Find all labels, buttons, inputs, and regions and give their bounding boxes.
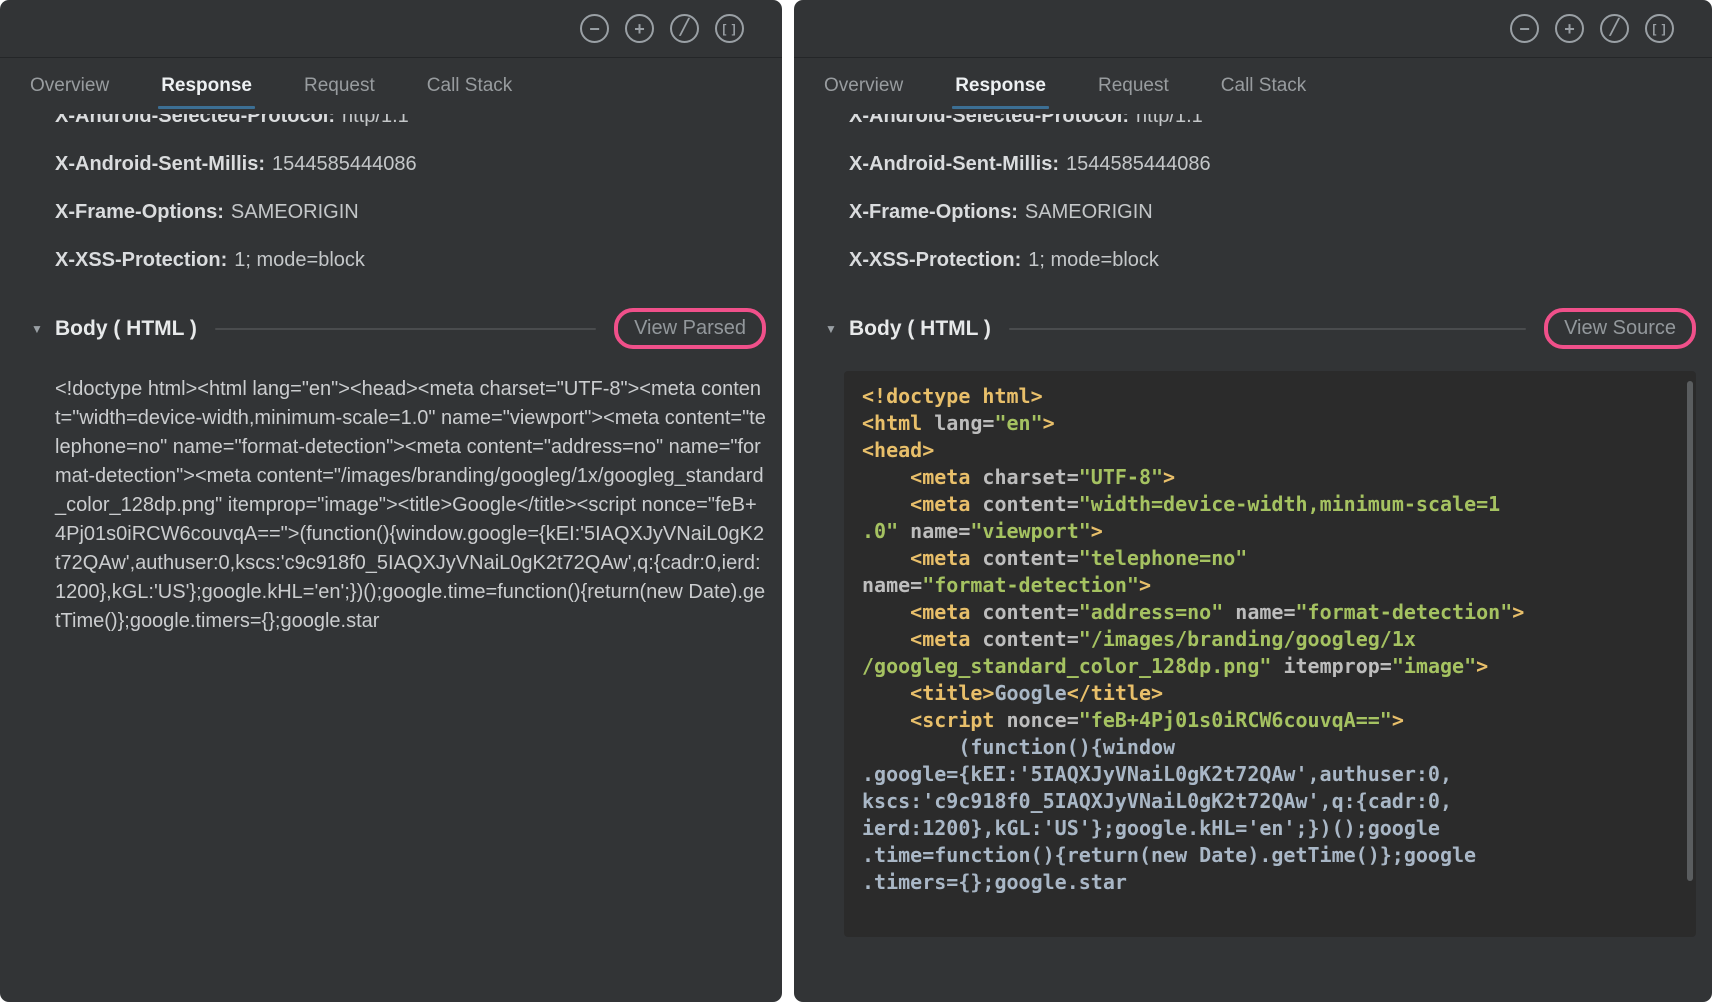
code-scrollbar-thumb[interactable] (1687, 381, 1693, 881)
zoom-out-glyph: − (1519, 20, 1530, 38)
zoom-to-selection-icon[interactable]: [ ] (715, 14, 744, 43)
tab-response[interactable]: Response (161, 58, 252, 114)
code-line: <head> (862, 437, 1678, 464)
response-body-source-code: <!doctype html><html lang="en"><head> <m… (844, 371, 1696, 937)
header-name: X-Frame-Options (849, 201, 1011, 223)
header-value: SAMEORIGIN (231, 201, 359, 223)
section-divider (1009, 328, 1526, 330)
details-tab-bar: Overview Response Request Call Stack (794, 58, 1712, 114)
header-row: X-XSS-Protection:1; mode=block (55, 236, 766, 284)
code-line: <!doctype html> (862, 383, 1678, 410)
header-colon: : (1052, 153, 1059, 175)
expand-triangle-icon[interactable]: ▼ (31, 322, 55, 336)
section-divider (215, 328, 596, 330)
zoom-out-glyph: − (589, 20, 600, 38)
response-tab-content: X-Android-Selected-Protocol: http/1.1 X-A… (794, 114, 1712, 1002)
code-line: .0" name="viewport"> (862, 518, 1678, 545)
header-value: 1544585444086 (272, 153, 417, 175)
header-name: X-XSS-Protection (849, 249, 1015, 271)
code-line: <html lang="en"> (862, 410, 1678, 437)
header-row: X-Android-Selected-Protocol: http/1.1 (849, 114, 1696, 140)
view-source-button[interactable]: View Source (1544, 308, 1696, 349)
zoom-toolbar: − + ╱ [ ] (0, 0, 782, 58)
connection-details-panel-source: − + ╱ [ ] Overview Response Request Call… (794, 0, 1712, 1002)
code-line: <meta charset="UTF-8"> (862, 464, 1678, 491)
header-colon: : (217, 201, 224, 223)
header-colon: : (258, 153, 265, 175)
code-line: .google={kEI:'5IAQXJyVNaiL0gK2t72QAw',au… (862, 761, 1678, 788)
zoom-in-icon[interactable]: + (1555, 14, 1584, 43)
tab-request[interactable]: Request (1098, 58, 1169, 114)
header-value: SAMEORIGIN (1025, 201, 1153, 223)
header-row: X-Android-Sent-Millis:1544585444086 (849, 140, 1696, 188)
reset-zoom-icon[interactable]: ╱ (1600, 14, 1629, 43)
header-row: X-Android-Selected-Protocol: http/1.1 (55, 114, 766, 140)
header-value: http/1.1 (342, 114, 409, 127)
body-section-row: ▼ Body ( HTML ) View Source (849, 308, 1696, 349)
header-name: X-XSS-Protection (55, 249, 221, 271)
reset-zoom-glyph: ╱ (1610, 20, 1619, 35)
view-parsed-button[interactable]: View Parsed (614, 308, 766, 349)
code-line: <meta content="address=no" name="format-… (862, 599, 1678, 626)
header-value: 1544585444086 (1066, 153, 1211, 175)
network-inspector-comparison: − + ╱ [ ] Overview Response Request Call… (0, 0, 1712, 1002)
header-name: X-Frame-Options (55, 201, 217, 223)
reset-zoom-glyph: ╱ (680, 20, 689, 35)
code-line: <meta content="/images/branding/googleg/… (862, 626, 1678, 653)
zoom-out-icon[interactable]: − (580, 14, 609, 43)
connection-details-panel-parsed: − + ╱ [ ] Overview Response Request Call… (0, 0, 782, 1002)
zoom-to-selection-glyph: [ ] (1652, 23, 1666, 35)
code-line: <meta content="telephone=no" (862, 545, 1678, 572)
header-name: X-Android-Sent-Millis (55, 153, 258, 175)
body-section-title: Body ( HTML ) (849, 317, 991, 341)
header-value: 1; mode=block (1028, 249, 1159, 271)
header-colon: : (221, 249, 228, 271)
header-row: X-Frame-Options: SAMEORIGIN (55, 188, 766, 236)
response-tab-content: X-Android-Selected-Protocol: http/1.1 X-A… (0, 114, 782, 1002)
zoom-in-glyph: + (1564, 20, 1575, 38)
header-row: X-XSS-Protection:1; mode=block (849, 236, 1696, 284)
header-row: X-Android-Sent-Millis:1544585444086 (55, 140, 766, 188)
zoom-to-selection-icon[interactable]: [ ] (1645, 14, 1674, 43)
zoom-in-icon[interactable]: + (625, 14, 654, 43)
header-colon: : (1011, 201, 1018, 223)
code-line: name="format-detection"> (862, 572, 1678, 599)
code-line: (function(){window (862, 734, 1678, 761)
header-value: http/1.1 (1136, 114, 1203, 127)
zoom-out-icon[interactable]: − (1510, 14, 1539, 43)
code-line: .timers={};google.star (862, 869, 1678, 896)
zoom-to-selection-glyph: [ ] (722, 23, 736, 35)
response-headers-list: X-Android-Selected-Protocol: http/1.1 X-A… (849, 114, 1696, 284)
tab-call-stack[interactable]: Call Stack (427, 58, 513, 114)
header-colon: : (1122, 114, 1129, 127)
code-line: .time=function(){return(new Date).getTim… (862, 842, 1678, 869)
tab-call-stack[interactable]: Call Stack (1221, 58, 1307, 114)
expand-triangle-icon[interactable]: ▼ (825, 322, 849, 336)
header-colon: : (1015, 249, 1022, 271)
code-line: <meta content="width=device-width,minimu… (862, 491, 1678, 518)
response-headers-list: X-Android-Selected-Protocol: http/1.1 X-A… (55, 114, 766, 284)
body-section-title: Body ( HTML ) (55, 317, 197, 341)
zoom-toolbar: − + ╱ [ ] (794, 0, 1712, 58)
code-line: ierd:1200},kGL:'US'};google.kHL='en';})(… (862, 815, 1678, 842)
header-name: X-Android-Sent-Millis (849, 153, 1052, 175)
response-body-parsed-text: <!doctype html><html lang="en"><head><me… (55, 375, 766, 636)
code-line: <script nonce="feB+4Pj01s0iRCW6couvqA=="… (862, 707, 1678, 734)
header-name: X-Android-Selected-Protocol (55, 114, 328, 127)
header-name: X-Android-Selected-Protocol (849, 114, 1122, 127)
header-row: X-Frame-Options: SAMEORIGIN (849, 188, 1696, 236)
zoom-in-glyph: + (634, 20, 645, 38)
body-section-row: ▼ Body ( HTML ) View Parsed (55, 308, 766, 349)
details-tab-bar: Overview Response Request Call Stack (0, 58, 782, 114)
tab-response[interactable]: Response (955, 58, 1046, 114)
tab-request[interactable]: Request (304, 58, 375, 114)
code-line: /googleg_standard_color_128dp.png" itemp… (862, 653, 1678, 680)
code-line: kscs:'c9c918f0_5IAQXJyVNaiL0gK2t72QAw',q… (862, 788, 1678, 815)
header-colon: : (328, 114, 335, 127)
code-line: <title>Google</title> (862, 680, 1678, 707)
tab-overview[interactable]: Overview (30, 58, 109, 114)
header-value: 1; mode=block (234, 249, 365, 271)
tab-overview[interactable]: Overview (824, 58, 903, 114)
reset-zoom-icon[interactable]: ╱ (670, 14, 699, 43)
